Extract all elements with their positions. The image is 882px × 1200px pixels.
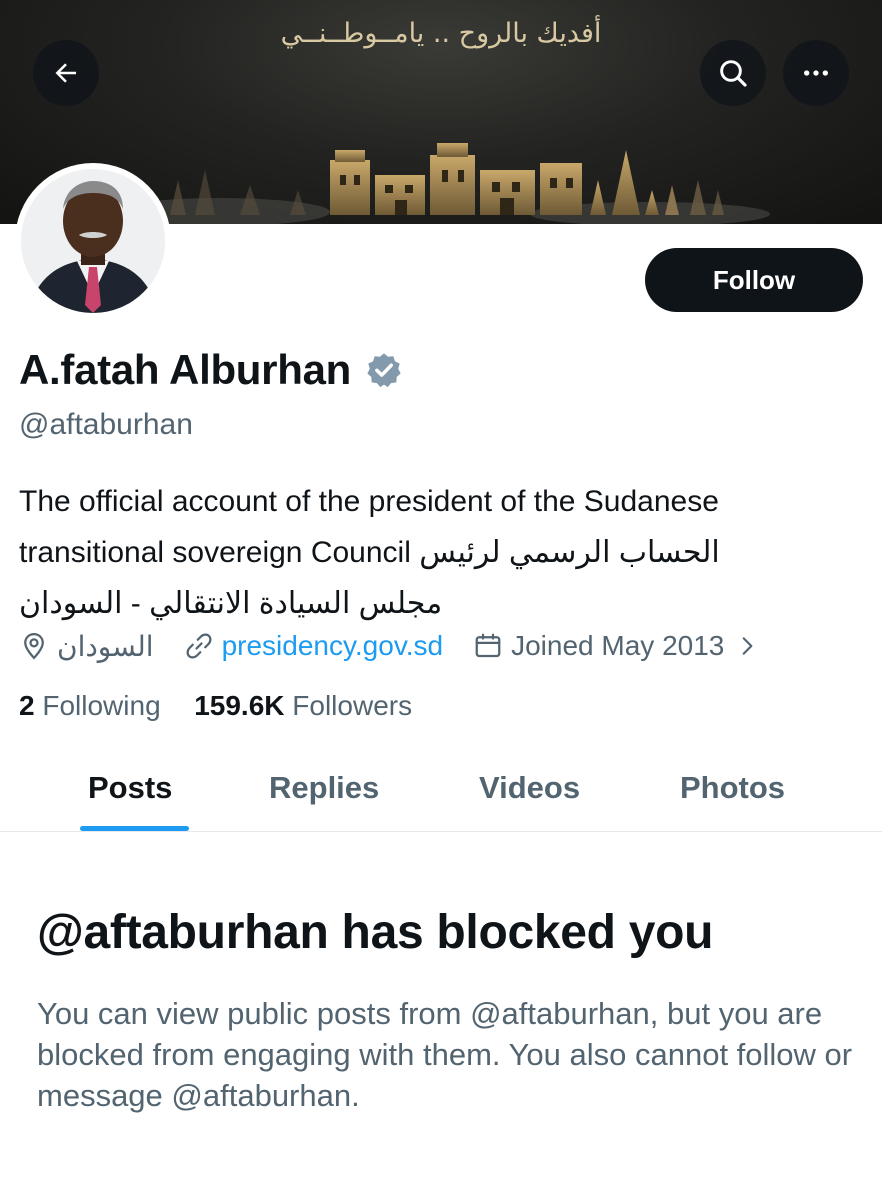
following-count: 2 [19, 690, 35, 721]
search-icon [720, 60, 747, 87]
bio-line: الحساب الرسمي لرئيس transitional soverei… [19, 536, 720, 569]
profile-joined[interactable]: Joined May 2013 [473, 630, 760, 662]
website-link[interactable]: presidency.gov.sd [222, 630, 444, 662]
following-count-link[interactable]: 2 Following [19, 690, 161, 721]
followers-label: Followers [292, 690, 413, 721]
blocked-message: You can view public posts from @aftaburh… [37, 996, 853, 1113]
tab-posts[interactable]: Posts [88, 770, 172, 806]
following-label: Following [42, 690, 161, 721]
profile-name-row: A.fatah Alburhan [19, 346, 403, 394]
more-options-button[interactable] [783, 40, 849, 106]
profile-website[interactable]: presidency.gov.sd [184, 630, 444, 662]
bio-line: The official account of the president of… [19, 485, 719, 518]
calendar-icon [475, 633, 501, 658]
bio-line: مجلس السيادة الانتقالي - السودان [19, 587, 443, 620]
more-horizontal-icon [804, 70, 828, 76]
profile-tabs: Posts Replies Videos Photos [0, 760, 882, 832]
follow-button[interactable]: Follow [645, 248, 863, 312]
location-pin-icon [24, 632, 44, 660]
location-text: السودان [57, 630, 154, 662]
followers-count-link[interactable]: 159.6K Followers [194, 690, 412, 721]
profile-bio: The official account of the president of… [19, 476, 869, 629]
profile-name: A.fatah Alburhan [19, 346, 351, 393]
profile-handle: @aftaburhan [19, 408, 193, 441]
tab-photos[interactable]: Photos [680, 770, 785, 806]
arrow-left-icon [55, 63, 76, 83]
tab-videos[interactable]: Videos [479, 770, 580, 806]
chevron-right-icon [743, 637, 753, 655]
profile-location: السودان [19, 630, 154, 663]
profile-meta-row: السودان presidency.gov.sd Joined May 201… [19, 626, 760, 666]
joined-text: Joined May 2013 [511, 630, 725, 661]
tab-replies[interactable]: Replies [269, 770, 379, 806]
avatar-portrait [21, 169, 165, 313]
verified-badge-icon[interactable] [365, 351, 403, 389]
link-icon [186, 633, 212, 659]
blocked-title: @aftaburhan has blocked you [37, 906, 714, 959]
active-tab-indicator [80, 826, 189, 831]
search-button[interactable] [700, 40, 766, 106]
followers-count: 159.6K [194, 690, 285, 721]
follow-counts: 2 Following 159.6K Followers [19, 690, 412, 722]
back-button[interactable] [33, 40, 99, 106]
profile-avatar[interactable] [15, 163, 171, 319]
